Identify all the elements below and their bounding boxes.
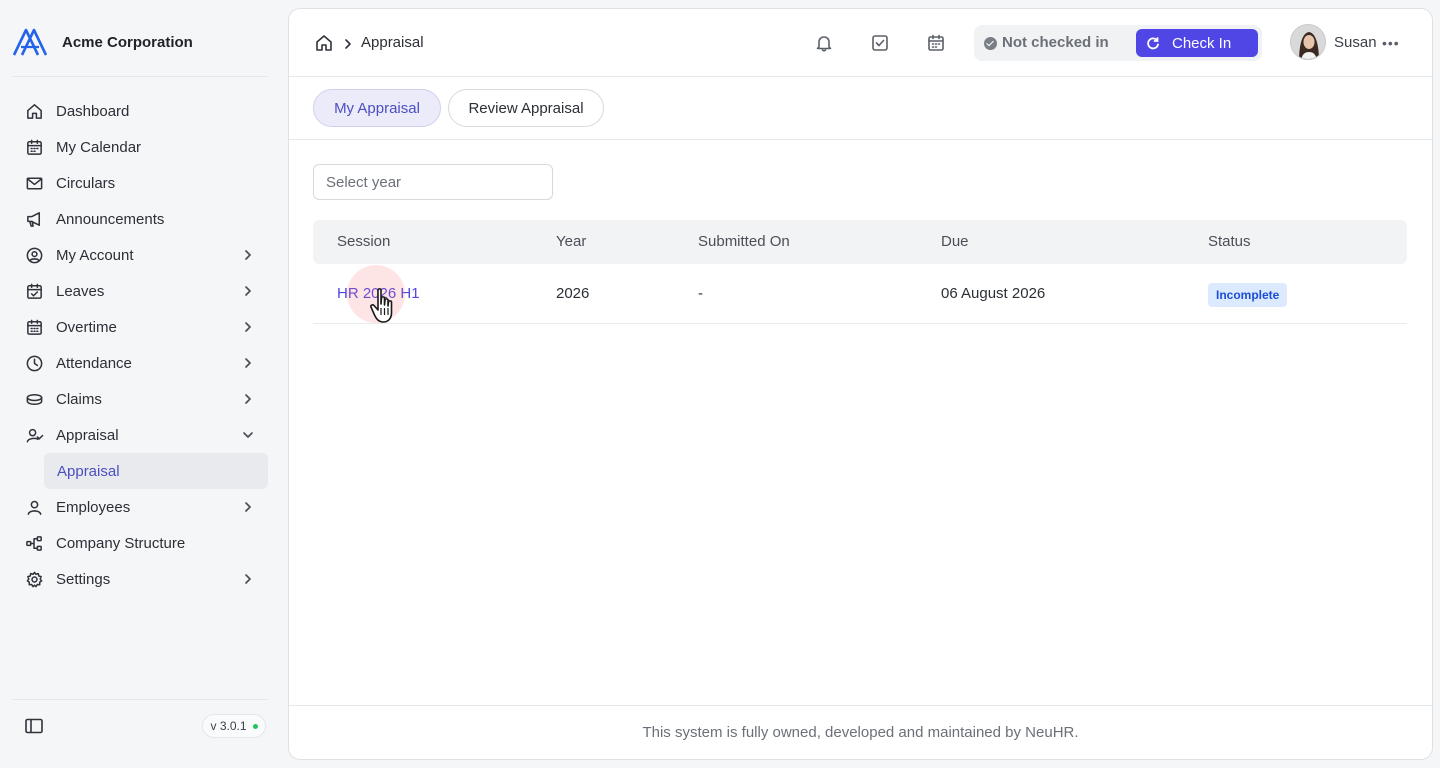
sidebar-item-company-structure[interactable]: Company Structure bbox=[12, 525, 268, 561]
task-check-icon[interactable] bbox=[870, 33, 890, 53]
sidebar-item-label: Dashboard bbox=[56, 102, 130, 120]
clock-icon bbox=[24, 353, 44, 373]
table-row[interactable]: HR 2026 H1 2026 - 06 August 2026 Incompl… bbox=[313, 264, 1407, 324]
year-cell: 2026 bbox=[556, 285, 590, 302]
attendance-status: Not checked in Check In bbox=[974, 25, 1262, 61]
bell-icon[interactable] bbox=[814, 33, 834, 53]
calendar-clock-icon bbox=[24, 317, 44, 337]
user-name[interactable]: Susan bbox=[1334, 34, 1377, 51]
sidebar-item-label: Attendance bbox=[56, 354, 132, 372]
sidebar-item-label: Settings bbox=[56, 570, 111, 588]
divider bbox=[12, 699, 268, 700]
refresh-icon bbox=[1147, 37, 1159, 50]
sidebar-item-employees[interactable]: Employees bbox=[12, 489, 268, 525]
sidebar-item-label: Employees bbox=[56, 498, 131, 516]
sidebar-item-settings[interactable]: Settings bbox=[12, 561, 268, 597]
check-circle-icon bbox=[984, 37, 997, 50]
sidebar-item-leaves[interactable]: Leaves bbox=[12, 273, 268, 309]
check-in-label: Check In bbox=[1172, 34, 1232, 52]
sidebar-item-label: Circulars bbox=[56, 174, 116, 192]
tab-bar: My Appraisal Review Appraisal bbox=[289, 77, 1432, 140]
sidebar-item-label: Claims bbox=[56, 390, 102, 408]
status-text: Not checked in bbox=[1002, 34, 1109, 51]
chevron-right-icon bbox=[342, 37, 354, 49]
sidebar-item-overtime[interactable]: Overtime bbox=[12, 309, 268, 345]
chevron-right-icon bbox=[242, 392, 254, 404]
sidebar-toggle-icon[interactable] bbox=[24, 716, 44, 736]
year-select[interactable] bbox=[313, 164, 553, 200]
appraisal-table: Session Year Submitted On Due Status HR … bbox=[313, 220, 1407, 324]
avatar[interactable] bbox=[1290, 24, 1326, 60]
sidebar-nav: Dashboard My Calendar Circulars Announce… bbox=[12, 93, 268, 597]
divider bbox=[12, 76, 268, 77]
sidebar-subitem-appraisal[interactable]: Appraisal bbox=[44, 453, 268, 489]
calendar-icon[interactable] bbox=[926, 33, 946, 53]
sidebar: Acme Corporation Dashboard My Calendar C… bbox=[0, 0, 288, 768]
org-chart-icon bbox=[24, 533, 44, 553]
more-horizontal-icon[interactable]: ••• bbox=[1382, 35, 1400, 51]
sidebar-item-my-account[interactable]: My Account bbox=[12, 237, 268, 273]
sidebar-item-circulars[interactable]: Circulars bbox=[12, 165, 268, 201]
status-badge: Incomplete bbox=[1208, 283, 1288, 307]
acme-logo-icon bbox=[12, 28, 48, 56]
submitted-on-cell: - bbox=[698, 285, 703, 302]
sidebar-item-label: My Account bbox=[56, 246, 134, 264]
column-header[interactable]: Submitted On bbox=[698, 233, 790, 250]
megaphone-icon bbox=[24, 209, 44, 229]
version-text: v 3.0.1 bbox=[210, 719, 247, 733]
sidebar-item-label: Company Structure bbox=[56, 534, 186, 552]
footer-text: This system is fully owned, developed an… bbox=[642, 724, 1079, 741]
sidebar-item-label: Overtime bbox=[56, 318, 117, 336]
sidebar-item-label: Appraisal bbox=[56, 426, 119, 444]
top-bar: Appraisal Not checked in Check In Susan … bbox=[289, 9, 1432, 77]
column-header[interactable]: Status bbox=[1208, 233, 1251, 250]
tab-my-appraisal[interactable]: My Appraisal bbox=[313, 89, 441, 127]
coins-icon bbox=[24, 389, 44, 409]
mail-icon bbox=[24, 173, 44, 193]
footer: This system is fully owned, developed an… bbox=[289, 705, 1432, 759]
calendar-icon bbox=[24, 137, 44, 157]
chevron-right-icon bbox=[242, 356, 254, 368]
table-header: Session Year Submitted On Due Status bbox=[313, 220, 1407, 264]
chevron-right-icon bbox=[242, 284, 254, 296]
sidebar-item-my-calendar[interactable]: My Calendar bbox=[12, 129, 268, 165]
chevron-down-icon bbox=[242, 428, 254, 440]
sidebar-item-announcements[interactable]: Announcements bbox=[12, 201, 268, 237]
user-icon bbox=[24, 497, 44, 517]
due-cell: 06 August 2026 bbox=[941, 285, 1046, 302]
main-panel: Appraisal Not checked in Check In Susan … bbox=[288, 8, 1433, 760]
chevron-right-icon bbox=[242, 500, 254, 512]
version-badge: v 3.0.1 bbox=[202, 714, 266, 738]
sidebar-item-claims[interactable]: Claims bbox=[12, 381, 268, 417]
chevron-right-icon bbox=[242, 248, 254, 260]
gear-icon bbox=[24, 569, 44, 589]
check-in-button[interactable]: Check In bbox=[1136, 29, 1258, 57]
breadcrumb[interactable]: Appraisal bbox=[361, 34, 424, 51]
tab-review-appraisal[interactable]: Review Appraisal bbox=[448, 89, 604, 127]
brand-name: Acme Corporation bbox=[62, 33, 193, 51]
status-dot bbox=[252, 723, 258, 729]
chevron-right-icon bbox=[242, 320, 254, 332]
user-check-icon bbox=[24, 425, 44, 445]
calendar-check-icon bbox=[24, 281, 44, 301]
home-icon[interactable] bbox=[314, 33, 334, 53]
sidebar-item-label: My Calendar bbox=[56, 138, 142, 156]
home-icon bbox=[24, 101, 44, 121]
session-link[interactable]: HR 2026 H1 bbox=[337, 285, 420, 302]
brand[interactable]: Acme Corporation bbox=[12, 26, 193, 58]
sidebar-item-dashboard[interactable]: Dashboard bbox=[12, 93, 268, 129]
sidebar-item-attendance[interactable]: Attendance bbox=[12, 345, 268, 381]
sidebar-item-label: Announcements bbox=[56, 210, 165, 228]
column-header[interactable]: Due bbox=[941, 233, 969, 250]
chevron-right-icon bbox=[242, 572, 254, 584]
column-header[interactable]: Year bbox=[556, 233, 586, 250]
user-circle-icon bbox=[24, 245, 44, 265]
sidebar-item-label: Leaves bbox=[56, 282, 105, 300]
column-header[interactable]: Session bbox=[337, 233, 390, 250]
sidebar-item-appraisal[interactable]: Appraisal bbox=[12, 417, 268, 453]
